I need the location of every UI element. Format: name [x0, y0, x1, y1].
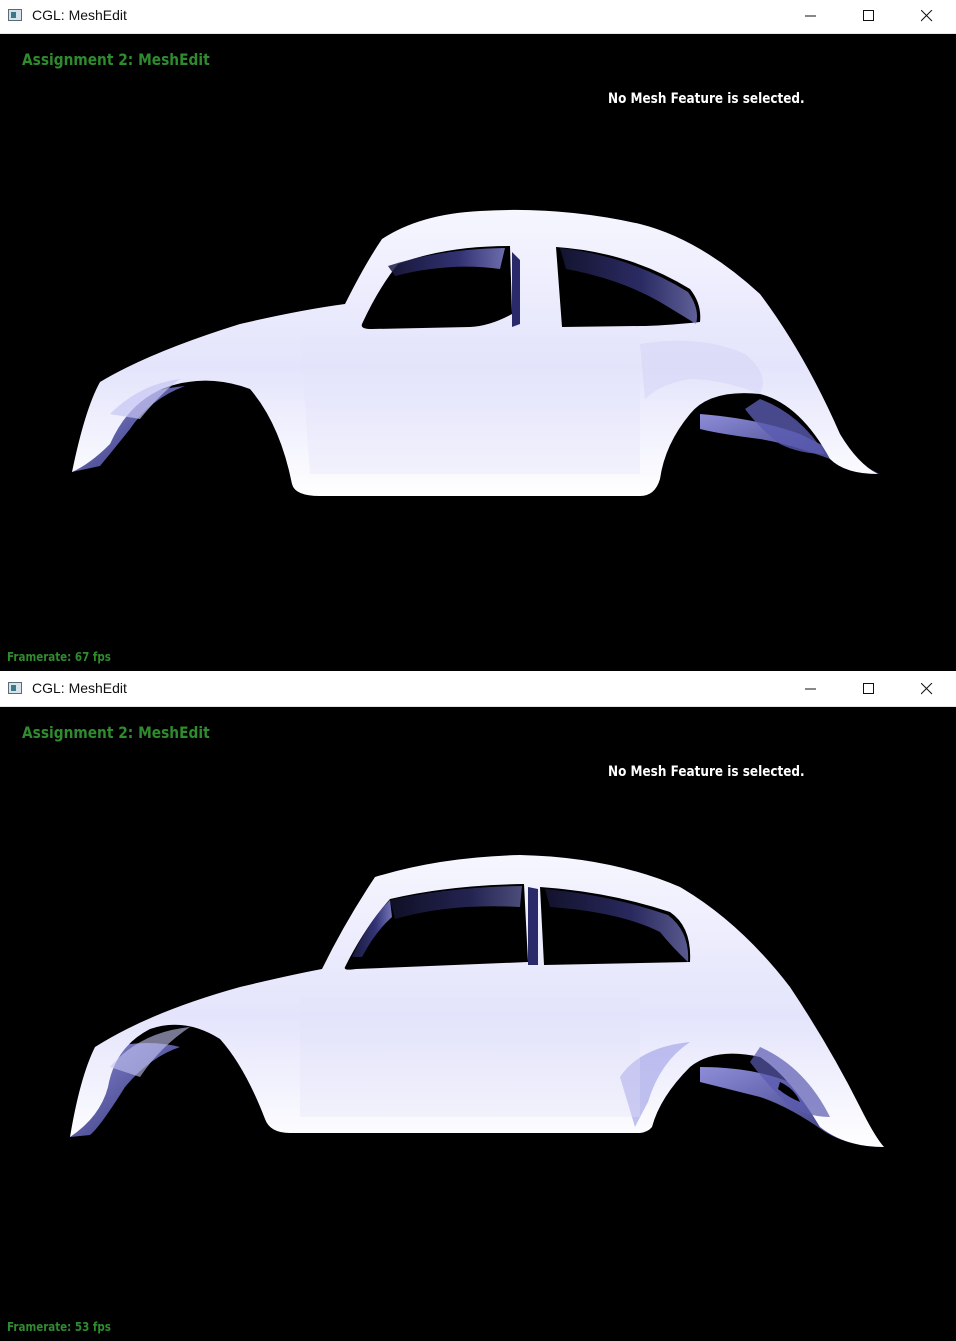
window-title: CGL: MeshEdit — [32, 680, 127, 696]
minimize-icon — [805, 688, 816, 690]
title-bar[interactable]: CGL: MeshEdit — [0, 0, 956, 34]
maximize-button[interactable] — [840, 673, 898, 706]
app-window-icon — [8, 682, 22, 694]
framerate-readout: Framerate: 67 fps — [7, 650, 111, 664]
app-window-icon — [8, 9, 22, 21]
window-title: CGL: MeshEdit — [32, 7, 127, 23]
hud-app-title: Assignment 2: MeshEdit — [22, 50, 210, 69]
meshedit-window-top: CGL: MeshEdit Assignment 2: MeshEdit No … — [0, 0, 956, 671]
maximize-icon — [863, 683, 874, 694]
maximize-button[interactable] — [840, 0, 898, 33]
render-canvas[interactable]: Assignment 2: MeshEdit No Mesh Feature i… — [0, 707, 956, 1341]
maximize-icon — [863, 10, 874, 21]
close-icon — [921, 10, 933, 22]
car-mesh-render[interactable] — [0, 707, 956, 1341]
hud-app-title: Assignment 2: MeshEdit — [22, 723, 210, 742]
meshedit-window-bottom: CGL: MeshEdit Assignment 2: MeshEdit No … — [0, 673, 956, 1341]
close-button[interactable] — [898, 673, 956, 706]
close-button[interactable] — [898, 0, 956, 33]
framerate-readout: Framerate: 53 fps — [7, 1320, 111, 1334]
title-bar[interactable]: CGL: MeshEdit — [0, 673, 956, 707]
close-icon — [921, 683, 933, 695]
minimize-button[interactable] — [782, 0, 840, 33]
minimize-icon — [805, 15, 816, 17]
minimize-button[interactable] — [782, 673, 840, 706]
selection-status: No Mesh Feature is selected. — [608, 91, 805, 107]
selection-status: No Mesh Feature is selected. — [608, 764, 805, 780]
car-mesh-render[interactable] — [0, 34, 956, 671]
render-canvas[interactable]: Assignment 2: MeshEdit No Mesh Feature i… — [0, 34, 956, 671]
